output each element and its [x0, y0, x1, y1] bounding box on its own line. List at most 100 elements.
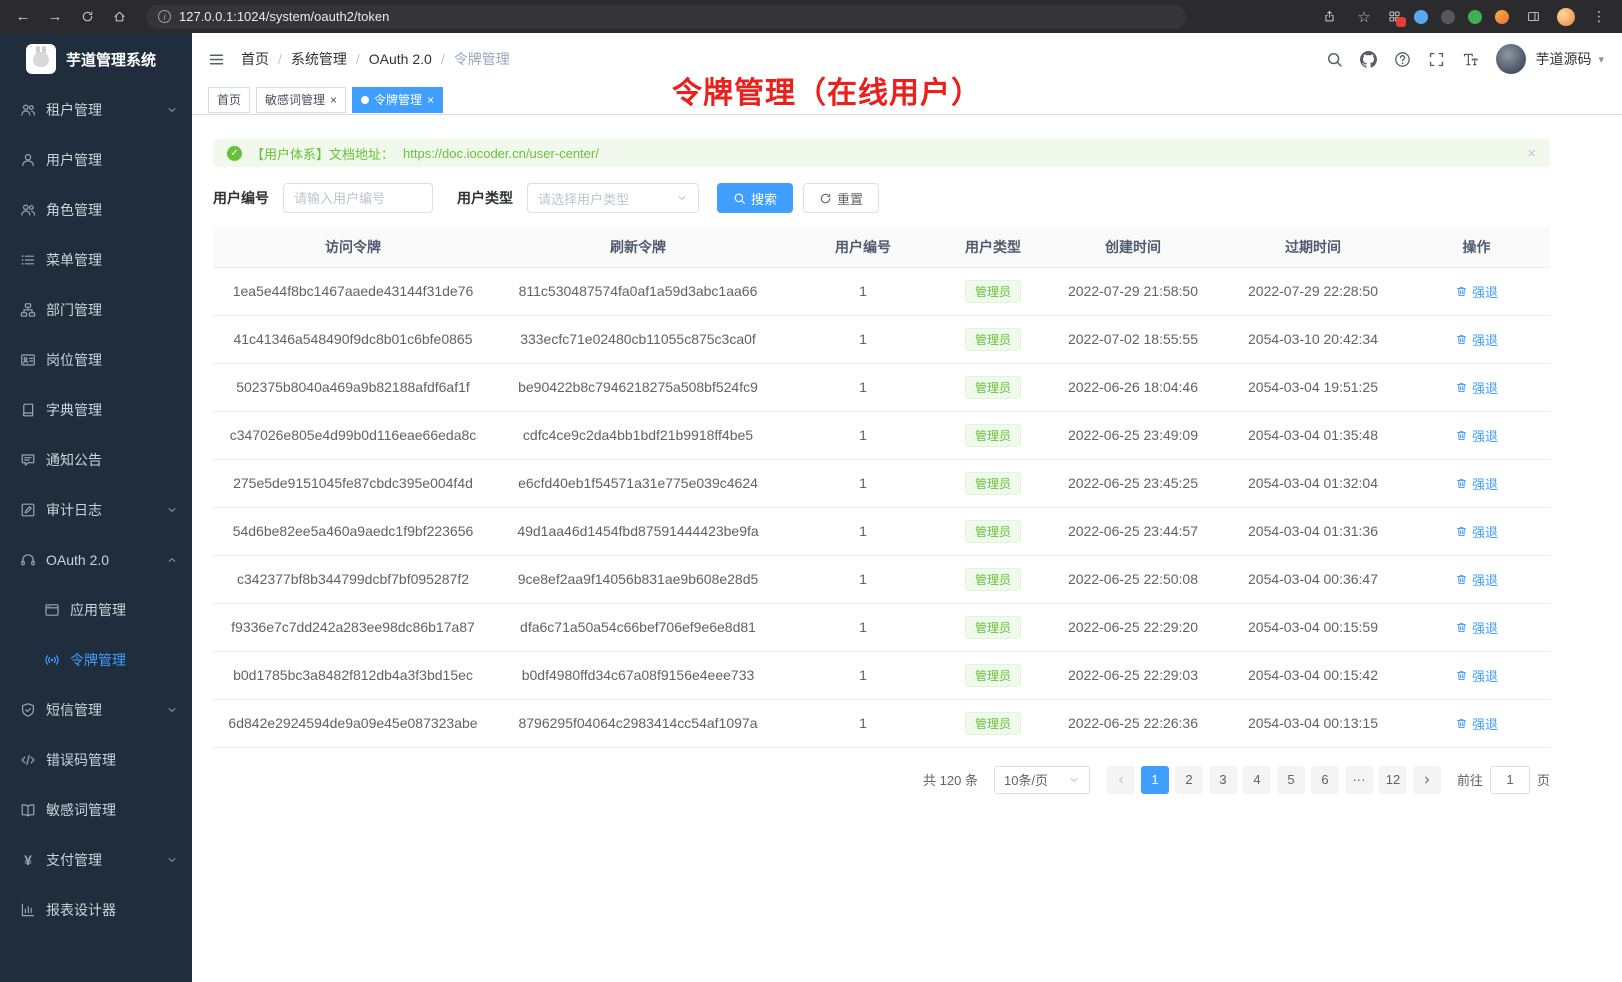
expired-at-cell: 2054-03-04 00:36:47 [1223, 555, 1403, 603]
sidebar-item-tenant[interactable]: 租户管理 [0, 85, 192, 135]
broadcast-icon [44, 652, 60, 668]
logo-row[interactable]: 芋道管理系统 [0, 33, 192, 85]
extension-dark-icon[interactable] [1441, 10, 1455, 24]
doc-link[interactable]: https://doc.iocoder.cn/user-center/ [403, 146, 599, 161]
page-button-5[interactable]: 5 [1277, 766, 1305, 794]
page-button-6[interactable]: 6 [1311, 766, 1339, 794]
table-row: 54d6be82ee5a460a9aedc1f9bf223656 49d1aa4… [213, 507, 1550, 555]
tab-token[interactable]: 令牌管理 [352, 87, 443, 113]
sidebar-item-post[interactable]: 岗位管理 [0, 335, 192, 385]
search-button[interactable]: 搜索 [717, 183, 793, 213]
user-id-input[interactable] [283, 183, 433, 213]
caret-down-icon[interactable] [1598, 53, 1604, 66]
sidebar-item-pay[interactable]: 支付管理 [0, 835, 192, 885]
sidebar-item-dict[interactable]: 字典管理 [0, 385, 192, 435]
share-icon[interactable] [1318, 6, 1340, 28]
kebab-menu-icon[interactable] [1588, 6, 1610, 28]
bookmark-star-icon[interactable] [1353, 6, 1375, 28]
page-button-3[interactable]: 3 [1209, 766, 1237, 794]
goto-label: 前往 [1457, 770, 1483, 789]
page-button-12[interactable]: 12 [1379, 766, 1407, 794]
extension-icon[interactable] [1388, 10, 1401, 23]
url-bar[interactable]: 127.0.0.1:1024/system/oauth2/token [146, 5, 1186, 29]
puzzle-icon[interactable] [1495, 10, 1509, 24]
sidebar-item-user[interactable]: 用户管理 [0, 135, 192, 185]
username[interactable]: 芋道源码 [1535, 49, 1591, 69]
goto-page-input[interactable] [1490, 766, 1530, 794]
sidebar-item-role[interactable]: 角色管理 [0, 185, 192, 235]
collapse-sidebar-icon[interactable] [208, 51, 225, 68]
forward-icon[interactable] [44, 6, 66, 28]
sidebar-panel-icon[interactable] [1522, 6, 1544, 28]
reload-icon[interactable] [76, 6, 98, 28]
access-token-cell: 41c41346a548490f9dc8b01c6bfe0865 [213, 315, 493, 363]
user-avatar[interactable] [1496, 44, 1526, 74]
table-row: 6d842e2924594de9a09e45e087323abe 8796295… [213, 699, 1550, 747]
info-icon[interactable] [158, 10, 171, 23]
extension-blue-icon[interactable] [1414, 10, 1428, 24]
search-icon[interactable] [1326, 51, 1343, 68]
sidebar-item-sms[interactable]: 短信管理 [0, 685, 192, 735]
breadcrumb-home[interactable]: 首页 [241, 49, 291, 69]
next-page-button[interactable] [1413, 766, 1441, 794]
sidebar-item-label: 令牌管理 [70, 650, 126, 670]
expired-at-cell: 2054-03-04 00:15:59 [1223, 603, 1403, 651]
font-size-icon[interactable] [1462, 51, 1479, 68]
github-icon[interactable] [1360, 51, 1377, 68]
home-icon[interactable] [108, 6, 130, 28]
sidebar-item-audit-log[interactable]: 审计日志 [0, 485, 192, 535]
col-refresh-token: 刷新令牌 [493, 227, 783, 267]
back-icon[interactable] [12, 6, 34, 28]
user-icon [20, 152, 36, 168]
page-button-4[interactable]: 4 [1243, 766, 1271, 794]
col-expired-at: 过期时间 [1223, 227, 1403, 267]
page-button-1[interactable]: 1 [1141, 766, 1169, 794]
force-logout-button[interactable]: 强退 [1455, 666, 1498, 685]
user-id-cell: 1 [783, 507, 943, 555]
force-logout-button[interactable]: 强退 [1455, 282, 1498, 301]
sidebar-item-oauth2-app[interactable]: 应用管理 [0, 585, 192, 635]
breadcrumb-oauth2[interactable]: OAuth 2.0 [369, 51, 454, 67]
sidebar-item-notice[interactable]: 通知公告 [0, 435, 192, 485]
sidebar-item-dept[interactable]: 部门管理 [0, 285, 192, 335]
fullscreen-icon[interactable] [1428, 51, 1445, 68]
force-logout-button[interactable]: 强退 [1455, 522, 1498, 541]
help-icon[interactable] [1394, 51, 1411, 68]
expired-at-cell: 2022-07-29 22:28:50 [1223, 267, 1403, 315]
sidebar-item-label: 租户管理 [46, 100, 102, 120]
reset-button[interactable]: 重置 [803, 183, 879, 213]
tab-label: 敏感词管理 [265, 91, 325, 108]
breadcrumb-system[interactable]: 系统管理 [291, 49, 369, 69]
tab-sensitive-word[interactable]: 敏感词管理 [256, 87, 346, 113]
user-type-select[interactable]: 请选择用户类型 [527, 183, 699, 213]
force-logout-button[interactable]: 强退 [1455, 426, 1498, 445]
close-icon[interactable] [1527, 145, 1536, 162]
force-logout-button[interactable]: 强退 [1455, 618, 1498, 637]
sidebar-item-oauth2-token[interactable]: 令牌管理 [0, 635, 192, 685]
sidebar-item-report-designer[interactable]: 报表设计器 [0, 885, 192, 935]
force-logout-button[interactable]: 强退 [1455, 330, 1498, 349]
force-logout-button[interactable]: 强退 [1455, 474, 1498, 493]
prev-page-button[interactable] [1107, 766, 1135, 794]
sidebar-item-menu[interactable]: 菜单管理 [0, 235, 192, 285]
sidebar-item-label: 角色管理 [46, 200, 102, 220]
force-logout-button[interactable]: 强退 [1455, 570, 1498, 589]
browser-profile-avatar[interactable] [1557, 8, 1575, 26]
force-logout-button[interactable]: 强退 [1455, 714, 1498, 733]
sidebar-item-label: 支付管理 [46, 850, 102, 870]
force-logout-button[interactable]: 强退 [1455, 378, 1498, 397]
table-row: 275e5de9151045fe87cbdc395e004f4d e6cfd40… [213, 459, 1550, 507]
breadcrumb-current: 令牌管理 [454, 49, 510, 69]
close-icon[interactable] [330, 93, 337, 107]
page-button-2[interactable]: 2 [1175, 766, 1203, 794]
sidebar-item-error-code[interactable]: 错误码管理 [0, 735, 192, 785]
annotation-text: 令牌管理（在线用户） [672, 68, 982, 112]
page-size-select[interactable]: 10条/页 [994, 766, 1090, 794]
page-ellipsis-button[interactable]: ··· [1345, 766, 1373, 794]
tab-home[interactable]: 首页 [208, 87, 250, 113]
close-icon[interactable] [427, 93, 434, 107]
sidebar-item-sensitive-word[interactable]: 敏感词管理 [0, 785, 192, 835]
extension-green-icon[interactable] [1468, 10, 1482, 24]
sidebar-item-oauth2[interactable]: OAuth 2.0 [0, 535, 192, 585]
user-type-badge: 管理员 [965, 472, 1021, 495]
